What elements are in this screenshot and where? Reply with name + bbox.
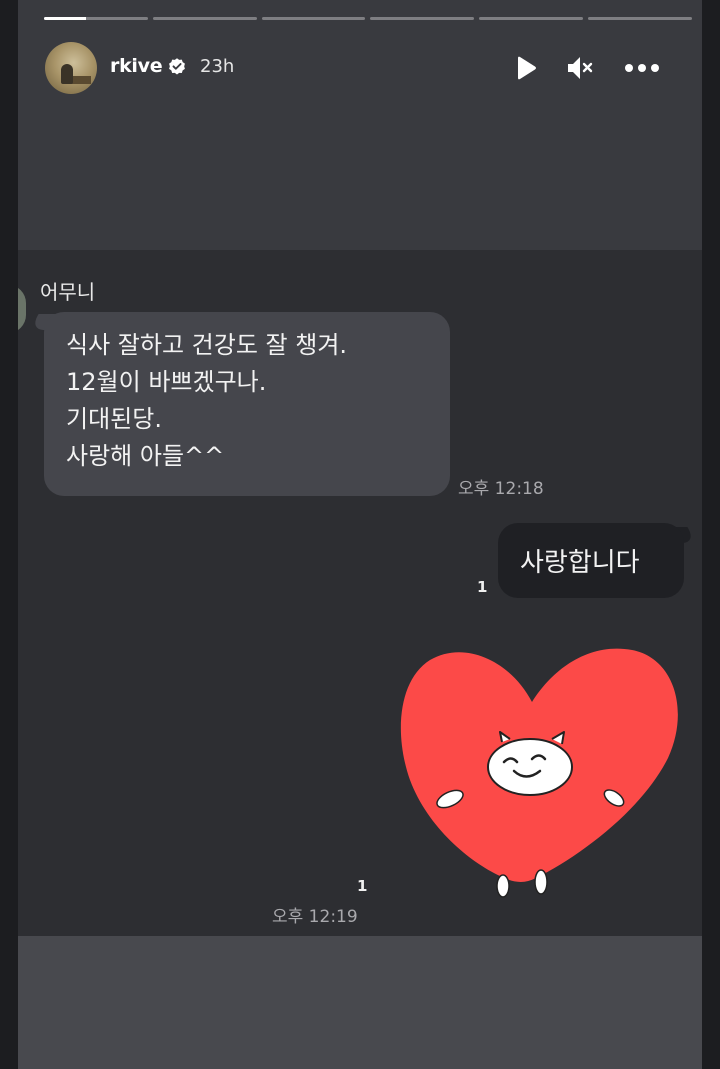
unread-count: 1 bbox=[477, 578, 488, 596]
message-line: 식사 잘하고 건강도 잘 챙겨. bbox=[66, 331, 348, 359]
story-bottom-area bbox=[18, 936, 702, 1069]
story-progress-bar bbox=[44, 17, 692, 20]
heart-character-sticker-icon bbox=[400, 648, 678, 898]
story-viewer: rkive 23h 어무니 식사 잘하고 건강도 잘 챙겨. 12월이 바쁘겠구… bbox=[18, 0, 702, 1069]
incoming-message-text: 식사 잘하고 건강도 잘 챙겨. 12월이 바쁘겠구나. 기대된당. 사랑해 아… bbox=[66, 327, 446, 475]
verified-badge-icon bbox=[169, 58, 185, 75]
play-button[interactable] bbox=[510, 52, 542, 84]
sender-name: 어무니 bbox=[40, 280, 96, 304]
story-top-area bbox=[18, 0, 702, 250]
progress-segment bbox=[152, 17, 257, 20]
play-icon bbox=[518, 56, 536, 80]
progress-segment bbox=[261, 17, 366, 20]
more-options-icon bbox=[625, 64, 659, 72]
avatar-figure-shape bbox=[61, 64, 73, 84]
muted-speaker-icon bbox=[568, 57, 593, 79]
username[interactable]: rkive bbox=[110, 55, 163, 77]
progress-segment bbox=[370, 17, 475, 20]
progress-segment bbox=[479, 17, 584, 20]
message-line: 기대된당. bbox=[66, 405, 162, 433]
progress-segment bbox=[44, 17, 148, 20]
story-time-ago: 23h bbox=[200, 56, 235, 77]
progress-segment bbox=[588, 17, 692, 20]
message-line: 12월이 바쁘겠구나. bbox=[66, 368, 267, 396]
outgoing-message-text: 사랑합니다 bbox=[520, 548, 640, 578]
more-options-button[interactable] bbox=[622, 52, 662, 84]
message-line: 사랑해 아들^^ bbox=[66, 442, 225, 470]
mute-button[interactable] bbox=[564, 52, 596, 84]
profile-avatar[interactable] bbox=[45, 42, 97, 94]
incoming-message-time: 오후 12:18 bbox=[458, 479, 544, 499]
progress-segment-fill bbox=[44, 17, 86, 20]
unread-count: 1 bbox=[357, 877, 368, 895]
sticker-message-time: 오후 12:19 bbox=[272, 907, 358, 927]
